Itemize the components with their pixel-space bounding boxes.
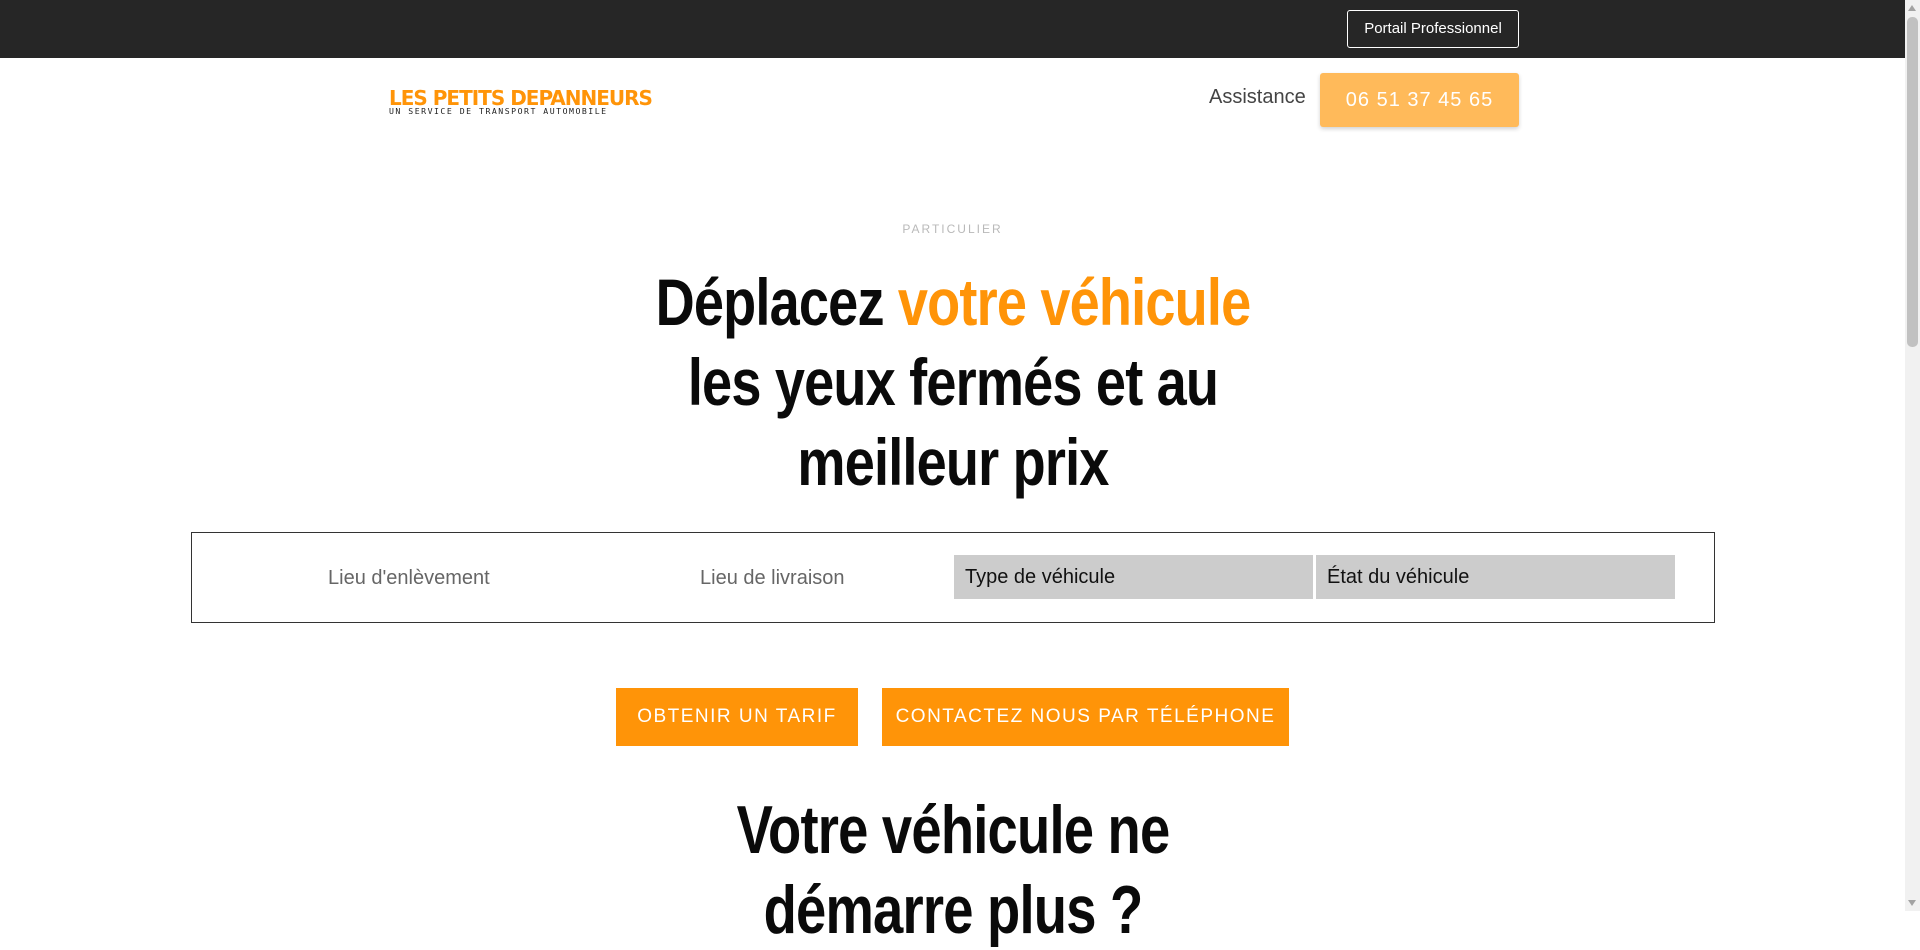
section-title: Votre véhicule ne démarre plus ? xyxy=(736,792,1171,948)
get-quote-button[interactable]: Obtenir un tarif xyxy=(616,688,858,746)
pickup-location-input[interactable]: Lieu d'enlèvement xyxy=(328,567,490,590)
chevron-down-icon[interactable] xyxy=(1908,900,1916,906)
pro-portal-button[interactable]: Portail Professionnel xyxy=(1347,10,1519,48)
phone-button[interactable]: 06 51 37 45 65 xyxy=(1320,73,1519,127)
hero-title: Déplacez votre véhicule les yeux fermés e… xyxy=(625,262,1281,502)
hero-title-part2: les yeux fermés et au meilleur prix xyxy=(687,345,1219,499)
delivery-location-input[interactable]: Lieu de livraison xyxy=(700,567,845,590)
logo-subtitle: UN SERVICE DE TRANSPORT AUTOMOBILE xyxy=(389,106,608,116)
vehicle-state-select[interactable]: État du véhicule xyxy=(1316,555,1675,599)
hero-eyebrow: PARTICULIER xyxy=(902,222,1003,236)
hero-title-part1: Déplacez xyxy=(655,265,898,339)
top-bar: Portail Professionnel xyxy=(0,0,1905,58)
hero-title-accent: votre véhicule xyxy=(897,265,1251,339)
scroll-thumb[interactable] xyxy=(1907,17,1918,347)
page-scrollbar[interactable] xyxy=(1905,0,1920,911)
assistance-link[interactable]: Assistance xyxy=(1209,86,1306,109)
site-logo[interactable]: LES PETITS DEPANNEURS UN SERVICE DE TRAN… xyxy=(389,86,653,118)
quote-form: Lieu d'enlèvement Lieu de livraison Type… xyxy=(191,532,1715,623)
vehicle-type-select[interactable]: Type de véhicule xyxy=(954,555,1313,599)
call-us-button[interactable]: Contactez nous par téléphone xyxy=(882,688,1289,746)
chevron-up-icon[interactable] xyxy=(1908,5,1916,11)
